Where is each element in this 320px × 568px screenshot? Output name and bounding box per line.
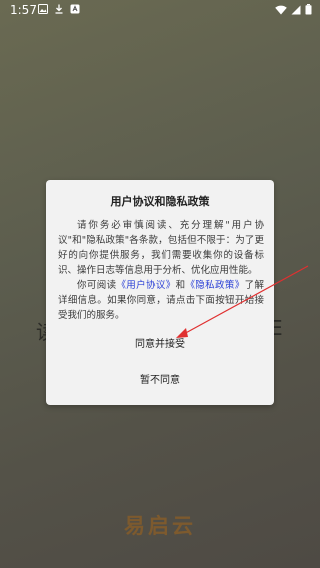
agree-button[interactable]: 同意并接受 (46, 334, 274, 356)
dialog-body: 请你务必审慎阅读、充分理解"用户协议"和"隐私政策"各条款，包括但不限于：为了更… (58, 218, 264, 323)
links-and-text: 和 (175, 280, 186, 291)
image-icon (38, 4, 48, 14)
app-screen: 1:57 读 E 易启云 用户协议和隐私政策 (0, 0, 320, 568)
wifi-icon (275, 5, 287, 15)
dialog-paragraph-terms: 请你务必审慎阅读、充分理解"用户协议"和"隐私政策"各条款，包括但不限于：为了更… (58, 220, 264, 276)
user-agreement-link[interactable]: 《用户协议》 (116, 280, 175, 291)
links-prefix-text: 你可阅读 (77, 280, 117, 291)
system-icons (275, 4, 312, 15)
dialog-paragraph-links: 你可阅读《用户协议》和《隐私政策》了解详细信息。如果你同意，请点击下面按钮开始接… (58, 278, 264, 323)
brand-logo: 易启云 (124, 513, 196, 538)
status-bar: 1:57 (0, 0, 320, 20)
status-time: 1:57 (10, 3, 37, 17)
privacy-policy-link[interactable]: 《隐私政策》 (185, 280, 244, 291)
app-notification-icon (70, 4, 80, 14)
decline-button[interactable]: 暂不同意 (46, 370, 274, 392)
signal-icon (291, 5, 301, 15)
download-icon (54, 4, 64, 14)
dialog-title: 用户协议和隐私政策 (110, 195, 210, 208)
notification-icons (38, 4, 80, 14)
battery-icon (305, 4, 312, 15)
privacy-dialog: 用户协议和隐私政策 请你务必审慎阅读、充分理解"用户协议"和"隐私政策"各条款，… (46, 180, 274, 405)
